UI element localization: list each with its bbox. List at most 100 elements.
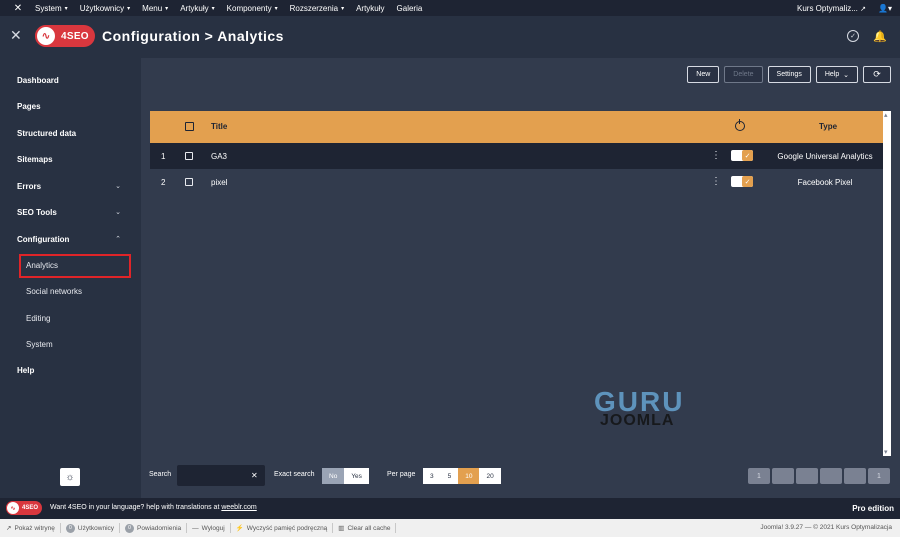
sidebar-subitem-editing[interactable]: Editing [26,314,50,323]
chevron-up-icon: ⌃ [115,236,121,243]
sidebar-item-seo-tools[interactable]: SEO Tools ⌄ [17,208,127,217]
pulse-icon: ∿ [35,25,57,47]
sidebar-item-dashboard[interactable]: Dashboard [17,76,127,85]
sidebar-item-label: Dashboard [17,76,59,85]
menu-system[interactable]: System ▾ [35,4,68,13]
exact-search-no[interactable]: No [322,468,345,484]
table-row[interactable]: 2 pixel ⋮ ✓ Facebook Pixel [150,169,883,195]
table-header: Title Type [150,111,883,143]
sidebar-subitem-system[interactable]: System [26,340,53,349]
column-title[interactable]: Title [211,122,227,131]
menu-components[interactable]: Komponenty ▾ [227,4,278,13]
menu-articles-link[interactable]: Artykuły [356,4,384,13]
help-button[interactable]: Help ⌄ [815,66,858,83]
toolbar: New Delete Settings Help ⌄ ⟳ [687,66,891,83]
component-header: ✕ ∿ 4SEO Configuration > Analytics ✓ 🔔 [0,16,900,58]
enabled-toggle[interactable]: ✓ [731,176,753,187]
vertical-scrollbar[interactable] [883,111,891,456]
admin-menu: System ▾ Użytkownicy ▾ Menu ▾ Artykuły ▾ Kom… [35,4,422,13]
sidebar-item-label: Pages [17,102,41,111]
menu-extensions[interactable]: Rozszerzenia ▾ [290,4,344,13]
sidebar-item-structured-data[interactable]: Structured data [17,129,127,138]
users-status[interactable]: 0 Użytkownicy [61,523,121,533]
site-link[interactable]: Kurs Optymaliz... ↗ [797,4,866,13]
kebab-icon[interactable]: ⋮ [711,150,721,161]
watermark-line2: JOOMLA [600,412,675,429]
refresh-icon[interactable]: ⟳ [863,66,891,83]
bell-icon[interactable]: 🔔 [873,30,887,43]
per-page-5[interactable]: 5 [440,468,459,484]
sidebar-subitem-analytics[interactable]: Analytics [26,261,58,270]
menu-menus[interactable]: Menu ▾ [142,4,168,13]
notifications-status[interactable]: 0 Powiadomienia [120,523,188,533]
clear-icon[interactable]: ✕ [251,471,258,480]
per-page-3[interactable]: 3 [423,468,441,484]
power-icon [735,119,745,131]
menu-users[interactable]: Użytkownicy ▾ [80,4,130,13]
exact-search-yes[interactable]: Yes [344,468,369,484]
analytics-table: Title Type 1 GA3 ⋮ ✓ Google Universal An… [150,111,891,456]
sidebar-item-sitemaps[interactable]: Sitemaps [17,155,127,164]
chevron-down-icon: ⌄ [115,209,121,216]
clear-all-cache-link[interactable]: ▥ Clear all cache [333,523,397,533]
count-badge: 0 [65,523,75,533]
check-circle-icon[interactable]: ✓ [847,30,859,42]
menu-articles[interactable]: Artykuły ▾ [180,4,214,13]
page-spacer [844,468,866,484]
sidebar-item-label: Structured data [17,129,77,138]
view-site-link[interactable]: ↗ Pokaż witrynę [0,523,61,533]
weeblr-link[interactable]: weeblr.com [221,504,256,511]
menu-label: Artykuły [180,3,209,13]
chevron-down-icon: ⌄ [843,71,849,79]
sidebar-item-pages[interactable]: Pages [17,102,127,111]
enabled-toggle[interactable]: ✓ [731,150,753,161]
external-link-icon: ↗ [6,525,12,532]
exact-search-toggle: No Yes [322,468,369,484]
sidebar-subitem-social-networks[interactable]: Social networks [26,287,82,296]
page-button[interactable]: 1 [868,468,890,484]
user-icon[interactable]: 👤▾ [878,4,892,13]
per-page-10[interactable]: 10 [458,468,480,484]
menu-label: Komponenty [226,3,272,13]
menu-gallery[interactable]: Galeria [397,4,423,13]
table-row[interactable]: 1 GA3 ⋮ ✓ Google Universal Analytics [150,143,883,169]
page-button[interactable]: 1 [748,468,770,484]
sidebar-item-configuration[interactable]: Configuration ⌃ [17,235,127,244]
row-title[interactable]: pixel [211,178,227,187]
kebab-icon[interactable]: ⋮ [711,176,721,187]
logout-link[interactable]: — Wyloguj [187,523,231,533]
status-label: Użytkownicy [77,524,115,532]
brand-label: 4SEO [22,505,39,511]
sidebar-item-label: Configuration [17,235,70,244]
brand-label: 4SEO [61,30,89,42]
row-checkbox[interactable] [185,152,193,160]
menu-label: Rozszerzenia [289,3,339,13]
settings-button[interactable]: Settings [767,66,811,83]
per-page-20[interactable]: 20 [479,468,501,484]
component-footer: ∿ 4SEO Want 4SEO in your language? help … [0,498,900,519]
sidebar-item-label: Errors [17,182,42,191]
sidebar-item-label: SEO Tools [17,208,57,217]
filter-bar: Search ✕ Exact search No Yes Per page 3 … [141,463,900,488]
admin-menu-bar: ✕ System ▾ Użytkownicy ▾ Menu ▾ Artykuły ▾ K… [0,0,900,16]
page-spacer [820,468,842,484]
status-label: Powiadomienia [137,524,182,532]
translation-promo: Want 4SEO in your language? help with tr… [50,504,257,511]
menu-label: System [35,3,62,13]
sidebar-subitem-label: Editing [26,314,51,323]
site-link-label: Kurs Optymaliz... [797,3,858,13]
sidebar-item-help[interactable]: Help [17,366,127,375]
caret-down-icon: ▾ [274,5,278,12]
clear-cache-link[interactable]: ⚡ Wyczyść pamięć podręczną [231,523,334,533]
close-icon[interactable]: ✕ [10,28,24,42]
new-button[interactable]: New [687,66,720,83]
delete-button[interactable]: Delete [724,66,763,83]
row-title[interactable]: GA3 [211,152,227,161]
page-spacer [796,468,818,484]
check-icon: ✓ [742,150,753,161]
select-all-checkbox[interactable] [185,122,194,131]
row-checkbox[interactable] [185,178,193,186]
sun-icon[interactable]: ☼ [60,468,80,486]
sidebar-item-errors[interactable]: Errors ⌄ [17,182,127,191]
joomla-icon[interactable]: ✕ [8,3,28,14]
